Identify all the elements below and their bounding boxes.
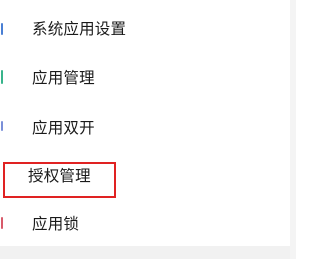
list-item-app-management[interactable]: 应用管理 [0, 53, 296, 101]
app-lock-icon [1, 217, 3, 229]
list-item-label: 应用双开 [32, 119, 95, 137]
system-app-settings-icon [1, 23, 3, 35]
list-item-system-app-settings[interactable]: 系统应用设置 [0, 4, 296, 52]
list-item-label: 应用管理 [32, 69, 95, 87]
list-item-label: 系统应用设置 [32, 20, 127, 38]
app-management-icon [1, 70, 3, 84]
bottom-divider [0, 246, 296, 259]
settings-list: 系统应用设置 应用管理 应用双开 授权管理 应用锁 [0, 0, 296, 246]
app-clone-icon [1, 121, 3, 131]
list-item-app-lock[interactable]: 应用锁 [0, 199, 296, 247]
list-item-app-clone[interactable]: 应用双开 [0, 103, 296, 151]
highlight-box [3, 162, 116, 198]
list-item-label: 应用锁 [32, 215, 80, 233]
right-edge-divider [290, 0, 296, 259]
